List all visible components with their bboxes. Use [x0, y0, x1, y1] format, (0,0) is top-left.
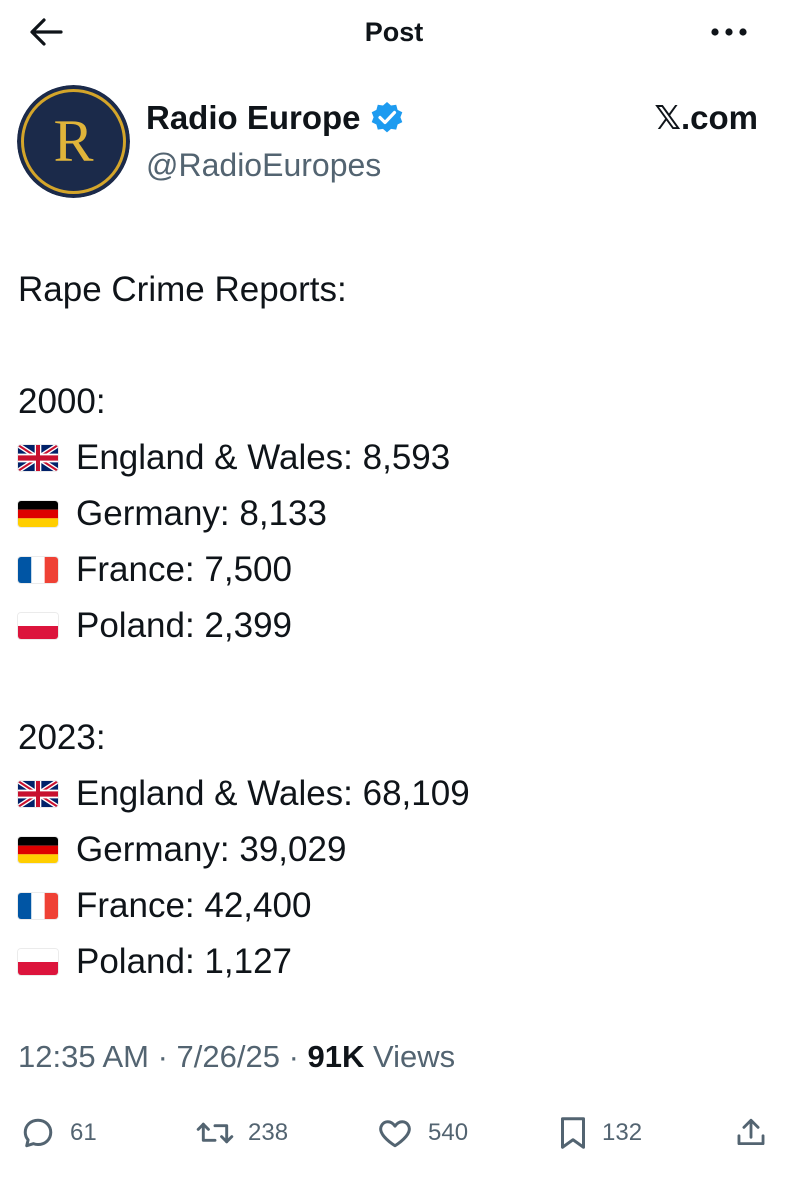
year-label: 2023: — [18, 718, 106, 757]
stat-text: France: 7,500 — [76, 550, 292, 589]
post-text: Rape Crime Reports: 2000: England & Wale… — [18, 262, 778, 990]
avatar-letter: R — [53, 108, 93, 174]
stat-text: England & Wales: 8,593 — [76, 438, 451, 477]
stat-text: Germany: 39,029 — [76, 830, 347, 869]
top-bar: Post — [0, 0, 788, 64]
stat-row: Poland: 1,127 — [18, 934, 778, 990]
bookmark-count: 132 — [602, 1119, 643, 1146]
stat-row: France: 7,500 — [18, 542, 778, 598]
uk-flag-icon — [18, 781, 58, 807]
verified-badge-icon — [371, 102, 402, 133]
poland-flag-icon — [18, 613, 58, 639]
stat-text: France: 42,400 — [76, 886, 312, 925]
post-meta: 12:35 AM · 7/26/25 · 91K Views — [18, 1035, 455, 1079]
post-heading: Rape Crime Reports: — [18, 270, 347, 309]
meta-separator: · — [148, 1039, 177, 1074]
post-time[interactable]: 12:35 AM — [18, 1039, 149, 1074]
bookmark-button[interactable]: 132 — [558, 1108, 642, 1158]
france-flag-icon — [18, 893, 58, 919]
stat-text: Germany: 8,133 — [76, 494, 327, 533]
bookmark-icon — [561, 1117, 585, 1149]
germany-flag-icon — [18, 837, 58, 863]
reply-count: 61 — [70, 1119, 97, 1146]
year-label: 2000: — [18, 382, 106, 421]
repost-icon — [196, 1122, 234, 1144]
more-button[interactable] — [704, 14, 754, 50]
post-date[interactable]: 7/26/25 — [177, 1039, 280, 1074]
reply-icon — [23, 1118, 53, 1148]
page-title: Post — [364, 17, 424, 47]
heart-icon — [379, 1120, 411, 1148]
stat-text: England & Wales: 68,109 — [76, 774, 470, 813]
reply-button[interactable]: 61 — [20, 1108, 97, 1158]
author-name[interactable]: Radio Europe — [146, 98, 361, 138]
views-count: 91K — [307, 1039, 365, 1074]
avatar[interactable]: R — [17, 85, 130, 198]
meta-separator: · — [279, 1039, 308, 1074]
stat-row: England & Wales: 68,109 — [18, 766, 778, 822]
stat-row: Germany: 39,029 — [18, 822, 778, 878]
stat-row: France: 42,400 — [18, 878, 778, 934]
repost-count: 238 — [248, 1119, 289, 1146]
stat-row: Poland: 2,399 — [18, 598, 778, 654]
share-button[interactable] — [734, 1108, 768, 1158]
action-bar: 61 238 540 132 — [0, 1108, 788, 1158]
repost-button[interactable]: 238 — [196, 1108, 288, 1158]
share-icon — [737, 1118, 765, 1146]
stat-text: Poland: 1,127 — [76, 942, 293, 981]
like-button[interactable]: 540 — [376, 1108, 468, 1158]
uk-flag-icon — [18, 445, 58, 471]
x-com-watermark: 𝕏.com — [654, 99, 758, 136]
author-handle[interactable]: @RadioEuropes — [146, 145, 381, 185]
like-count: 540 — [428, 1119, 469, 1146]
author-name-row: Radio Europe — [146, 98, 405, 138]
germany-flag-icon — [18, 501, 58, 527]
france-flag-icon — [18, 557, 58, 583]
stat-row: Germany: 8,133 — [18, 486, 778, 542]
stat-text: Poland: 2,399 — [76, 606, 293, 645]
stat-row: England & Wales: 8,593 — [18, 430, 778, 486]
more-horizontal-icon — [711, 28, 747, 36]
views-label: Views — [364, 1039, 456, 1074]
poland-flag-icon — [18, 949, 58, 975]
